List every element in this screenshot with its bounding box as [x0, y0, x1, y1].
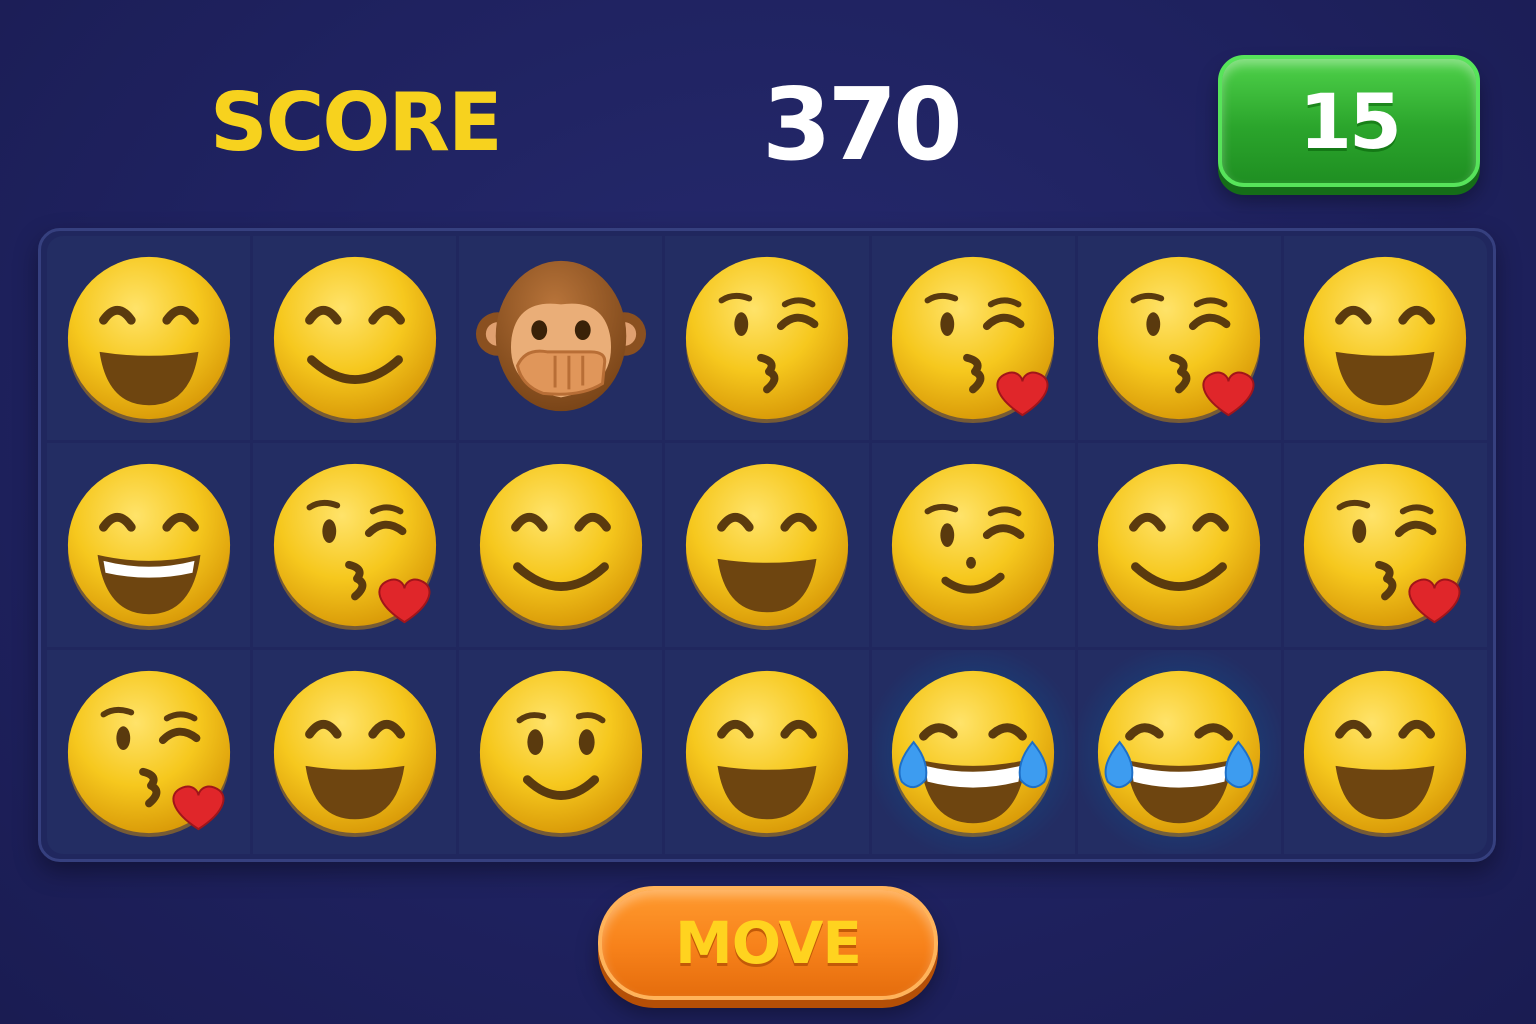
kissing-wink-emoji-icon	[678, 249, 856, 427]
grinning-smiling-eyes-emoji-icon	[678, 663, 856, 841]
tears-of-joy-emoji-icon	[884, 663, 1062, 841]
game-board	[38, 228, 1496, 862]
tears-of-joy-emoji-icon	[1090, 663, 1268, 841]
grinning-smiling-eyes-emoji-icon	[678, 456, 856, 634]
grinning-smiling-eyes-emoji-icon	[1296, 663, 1474, 841]
board-cell-r1-c7[interactable]	[1283, 236, 1487, 440]
face-blowing-kiss-emoji-icon	[60, 663, 238, 841]
face-blowing-kiss-emoji-icon	[266, 456, 444, 634]
board-cell-r3-c1[interactable]	[47, 650, 251, 854]
face-blowing-kiss-emoji-icon	[1296, 456, 1474, 634]
board-cell-r3-c6[interactable]	[1077, 650, 1281, 854]
board-cell-r2-c3[interactable]	[459, 443, 663, 647]
move-button[interactable]: MOVE	[598, 886, 938, 1000]
board-cell-r1-c2[interactable]	[253, 236, 457, 440]
board-cell-r3-c5[interactable]	[871, 650, 1075, 854]
slightly-smiling-face-emoji-icon	[472, 663, 650, 841]
score-value: 370	[762, 66, 963, 183]
board-cell-r2-c2[interactable]	[253, 443, 457, 647]
board-cell-r1-c3[interactable]	[459, 236, 663, 440]
board-cell-r3-c3[interactable]	[459, 650, 663, 854]
board-cell-r1-c6[interactable]	[1077, 236, 1281, 440]
grinning-smiling-eyes-emoji-icon	[60, 249, 238, 427]
grinning-smiling-eyes-emoji-icon	[1296, 249, 1474, 427]
board-cell-r1-c5[interactable]	[871, 236, 1075, 440]
board-cell-r1-c4[interactable]	[665, 236, 869, 440]
board-cell-r2-c6[interactable]	[1077, 443, 1281, 647]
board-cell-r2-c5[interactable]	[871, 443, 1075, 647]
board-cell-r3-c4[interactable]	[665, 650, 869, 854]
winking-face-emoji-icon	[884, 456, 1062, 634]
board-cell-r2-c4[interactable]	[665, 443, 869, 647]
smiling-face-emoji-icon	[472, 456, 650, 634]
board-cell-r1-c1[interactable]	[47, 236, 251, 440]
face-blowing-kiss-emoji-icon	[1090, 249, 1268, 427]
speak-no-evil-monkey-emoji-icon	[472, 249, 650, 427]
beaming-face-emoji-icon	[60, 456, 238, 634]
board-cell-r3-c7[interactable]	[1283, 650, 1487, 854]
move-button-label: MOVE	[675, 909, 862, 977]
face-blowing-kiss-emoji-icon	[884, 249, 1062, 427]
board-cell-r2-c7[interactable]	[1283, 443, 1487, 647]
board-cell-r3-c2[interactable]	[253, 650, 457, 854]
board-cell-r2-c1[interactable]	[47, 443, 251, 647]
moves-remaining-badge: 15	[1218, 55, 1480, 187]
smiling-face-emoji-icon	[1090, 456, 1268, 634]
score-label: SCORE	[210, 76, 503, 169]
smiling-face-emoji-icon	[266, 249, 444, 427]
moves-remaining-count: 15	[1299, 76, 1402, 166]
grinning-smiling-eyes-emoji-icon	[266, 663, 444, 841]
